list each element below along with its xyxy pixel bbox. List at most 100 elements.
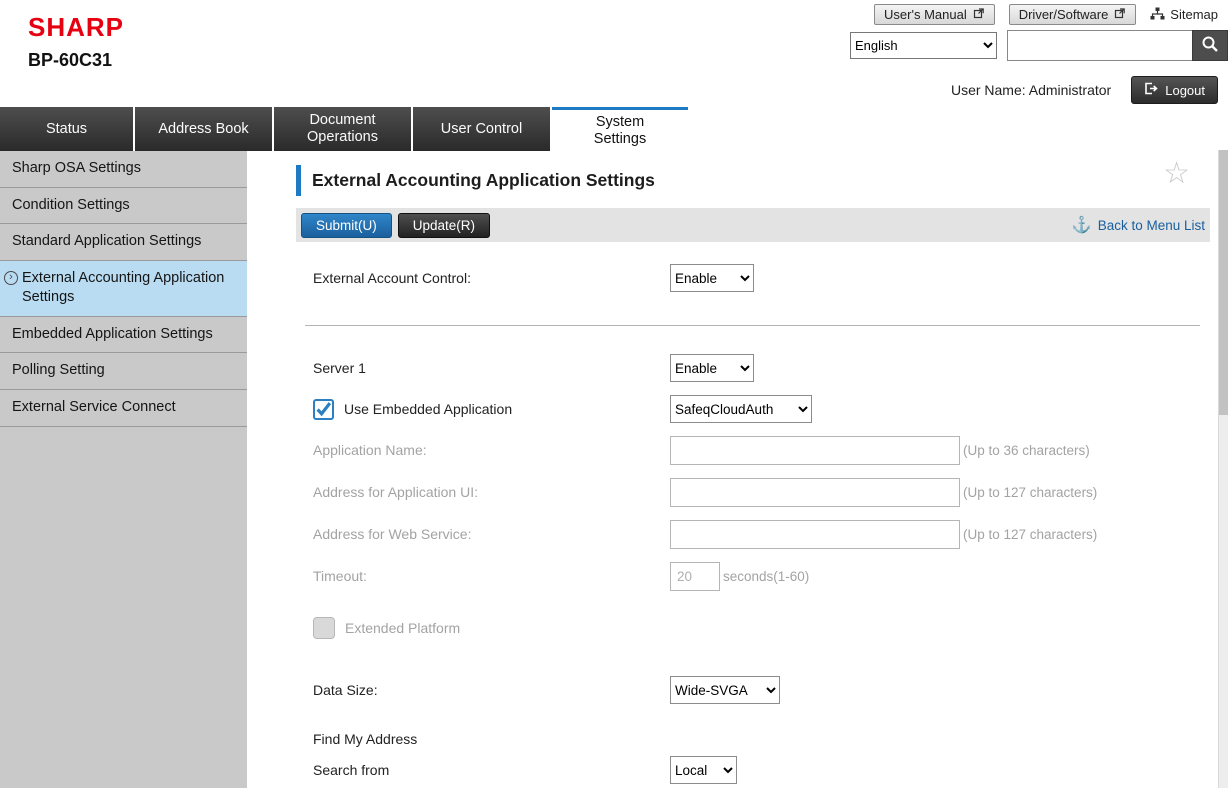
selected-item-arrow-icon: › bbox=[4, 271, 18, 285]
row-find-my-address: Find My Address bbox=[313, 729, 1198, 749]
external-link-icon bbox=[973, 7, 985, 22]
tab-label: User Control bbox=[441, 121, 522, 138]
settings-sidebar: Sharp OSA Settings Condition Settings St… bbox=[0, 151, 247, 788]
address-application-ui-label: Address for Application UI: bbox=[313, 484, 478, 500]
driver-software-button[interactable]: Driver/Software bbox=[1009, 4, 1137, 25]
sharp-logo: SHARP bbox=[28, 12, 124, 43]
sidebar-item-condition-settings[interactable]: Condition Settings bbox=[0, 188, 247, 225]
users-manual-label: User's Manual bbox=[884, 7, 967, 22]
user-name-label: User Name: Administrator bbox=[951, 82, 1111, 98]
address-web-service-note: (Up to 127 characters) bbox=[963, 527, 1097, 542]
sidebar-item-polling-setting[interactable]: Polling Setting bbox=[0, 353, 247, 390]
sitemap-label: Sitemap bbox=[1170, 7, 1218, 22]
title-accent-bar bbox=[296, 165, 301, 196]
tab-document-operations[interactable]: Document Operations bbox=[274, 107, 411, 151]
favorite-star-icon[interactable]: ☆ bbox=[1163, 159, 1190, 189]
row-data-size: Data Size: Wide-SVGA bbox=[313, 675, 1198, 705]
logout-label: Logout bbox=[1165, 83, 1205, 98]
search-from-label: Search from bbox=[313, 762, 389, 778]
address-application-ui-input[interactable] bbox=[670, 478, 960, 507]
row-extended-platform: Extended Platform bbox=[313, 615, 1198, 641]
back-to-menu-label: Back to Menu List bbox=[1098, 218, 1205, 233]
row-use-embedded-application: Use Embedded Application SafeqCloudAuth bbox=[313, 394, 1198, 424]
address-web-service-label: Address for Web Service: bbox=[313, 526, 471, 542]
row-search-from: Search from Local bbox=[313, 755, 1198, 785]
sidebar-item-embedded-application-settings[interactable]: Embedded Application Settings bbox=[0, 317, 247, 354]
logout-button[interactable]: Logout bbox=[1131, 76, 1218, 104]
data-size-label: Data Size: bbox=[313, 682, 378, 698]
submit-button[interactable]: Submit(U) bbox=[301, 213, 392, 238]
address-web-service-input[interactable] bbox=[670, 520, 960, 549]
sitemap-link[interactable]: Sitemap bbox=[1150, 7, 1218, 23]
tab-address-book[interactable]: Address Book bbox=[135, 107, 272, 151]
vertical-scrollbar[interactable] bbox=[1218, 150, 1228, 788]
data-size-select[interactable]: Wide-SVGA bbox=[670, 676, 780, 704]
scrollbar-thumb[interactable] bbox=[1219, 150, 1228, 415]
section-divider bbox=[305, 325, 1200, 326]
sidebar-item-standard-application-settings[interactable]: Standard Application Settings bbox=[0, 224, 247, 261]
sidebar-item-label: Standard Application Settings bbox=[12, 233, 201, 249]
external-account-control-label: External Account Control: bbox=[313, 270, 471, 286]
extended-platform-label: Extended Platform bbox=[345, 620, 460, 636]
embedded-application-select[interactable]: SafeqCloudAuth bbox=[670, 395, 812, 423]
sidebar-item-label: Embedded Application Settings bbox=[12, 326, 213, 342]
language-select[interactable]: English bbox=[850, 32, 997, 59]
model-name: BP-60C31 bbox=[28, 50, 112, 71]
page-title: External Accounting Application Settings bbox=[312, 170, 655, 191]
sidebar-item-label: Sharp OSA Settings bbox=[12, 160, 141, 176]
row-external-account-control: External Account Control: Enable bbox=[313, 263, 1198, 293]
row-application-name: Application Name: (Up to 36 characters) bbox=[313, 435, 1198, 465]
search-input[interactable] bbox=[1007, 30, 1192, 61]
server1-select[interactable]: Enable bbox=[670, 354, 754, 382]
timeout-label: Timeout: bbox=[313, 568, 367, 584]
header-links: User's Manual Driver/Software Sitemap bbox=[874, 4, 1218, 25]
application-name-note: (Up to 36 characters) bbox=[963, 443, 1090, 458]
sidebar-item-external-service-connect[interactable]: External Service Connect bbox=[0, 390, 247, 427]
update-button[interactable]: Update(R) bbox=[398, 213, 490, 238]
page: SHARP BP-60C31 User's Manual Driver/Soft… bbox=[0, 0, 1228, 788]
server1-label: Server 1 bbox=[313, 360, 366, 376]
find-my-address-label: Find My Address bbox=[313, 731, 417, 747]
row-address-web-service: Address for Web Service: (Up to 127 char… bbox=[313, 519, 1198, 549]
search-icon bbox=[1201, 35, 1219, 56]
timeout-note: seconds(1-60) bbox=[723, 569, 809, 584]
external-account-control-select[interactable]: Enable bbox=[670, 264, 754, 292]
use-embedded-application-label: Use Embedded Application bbox=[344, 401, 512, 417]
tab-label: Address Book bbox=[158, 121, 248, 138]
search-from-select[interactable]: Local bbox=[670, 756, 737, 784]
timeout-input[interactable] bbox=[670, 562, 720, 591]
address-application-ui-note: (Up to 127 characters) bbox=[963, 485, 1097, 500]
sidebar-item-label: External Service Connect bbox=[12, 399, 176, 415]
tab-status[interactable]: Status bbox=[0, 107, 133, 151]
anchor-icon: ⚓ bbox=[1072, 215, 1092, 235]
external-link-icon bbox=[1114, 7, 1126, 22]
sidebar-item-sharp-osa-settings[interactable]: Sharp OSA Settings bbox=[0, 151, 247, 188]
sidebar-item-external-accounting-application-settings[interactable]: › External Accounting Application Settin… bbox=[0, 261, 247, 317]
application-name-label: Application Name: bbox=[313, 442, 427, 458]
header-search-row: English bbox=[850, 30, 1228, 61]
logout-icon bbox=[1144, 82, 1158, 98]
row-server1: Server 1 Enable bbox=[313, 353, 1198, 383]
use-embedded-application-checkbox[interactable] bbox=[313, 399, 334, 420]
back-to-menu-link[interactable]: ⚓ Back to Menu List bbox=[1072, 215, 1205, 235]
main-content: External Accounting Application Settings… bbox=[247, 151, 1218, 788]
search-button[interactable] bbox=[1192, 30, 1228, 61]
application-name-input[interactable] bbox=[670, 436, 960, 465]
tab-label: System Settings bbox=[568, 114, 672, 147]
extended-platform-checkbox[interactable] bbox=[313, 617, 335, 639]
row-address-application-ui: Address for Application UI: (Up to 127 c… bbox=[313, 477, 1198, 507]
users-manual-button[interactable]: User's Manual bbox=[874, 4, 995, 25]
sidebar-item-label: External Accounting Application Settings bbox=[22, 270, 224, 306]
main-tab-bar: Status Address Book Document Operations … bbox=[0, 107, 1228, 151]
sitemap-icon bbox=[1150, 7, 1165, 23]
tab-label: Document Operations bbox=[290, 112, 395, 145]
header-user-row: User Name: Administrator Logout bbox=[951, 76, 1218, 104]
tab-user-control[interactable]: User Control bbox=[413, 107, 550, 151]
sidebar-item-label: Condition Settings bbox=[12, 197, 130, 213]
sidebar-item-label: Polling Setting bbox=[12, 362, 105, 378]
action-toolbar: Submit(U) Update(R) ⚓ Back to Menu List bbox=[296, 208, 1210, 242]
row-timeout: Timeout: seconds(1-60) bbox=[313, 561, 1198, 591]
tab-label: Status bbox=[46, 121, 87, 138]
driver-software-label: Driver/Software bbox=[1019, 7, 1109, 22]
tab-system-settings[interactable]: System Settings bbox=[552, 107, 688, 151]
